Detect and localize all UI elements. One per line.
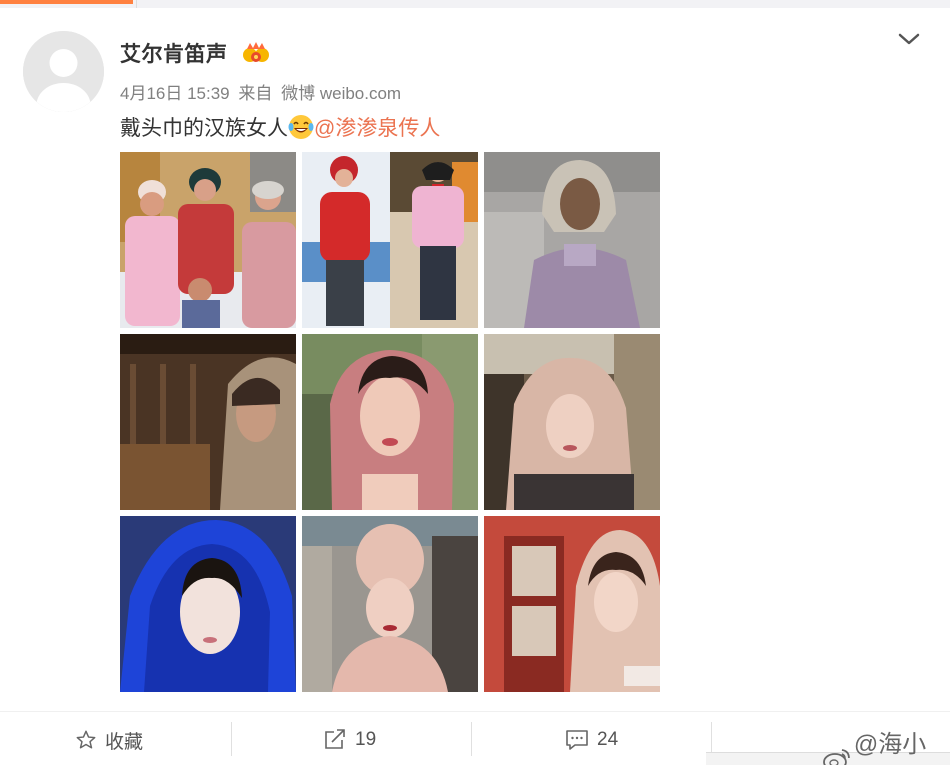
photo-image (302, 334, 478, 510)
photo-image (484, 334, 660, 510)
weibo-logo-icon (823, 749, 850, 765)
mention-link[interactable]: @渗渗泉传人 (314, 117, 440, 140)
photo-thumbnail[interactable] (484, 334, 660, 510)
photo-image (302, 516, 478, 692)
share-icon (325, 729, 345, 749)
favorite-button[interactable]: 收藏 (75, 726, 143, 754)
photo-thumbnail[interactable] (302, 152, 478, 328)
photo-thumbnail[interactable] (484, 516, 660, 692)
watermark: @海小呆 (822, 724, 950, 765)
photo-thumbnail[interactable] (120, 152, 296, 328)
repost-count: 19 (355, 729, 377, 750)
photo-thumbnail[interactable] (484, 152, 660, 328)
post-time[interactable]: 4月16日 15:39 (120, 84, 230, 103)
username[interactable]: 艾尔肯笛声 (120, 38, 228, 68)
photo-thumbnail[interactable] (302, 334, 478, 510)
tab-separator (136, 0, 137, 8)
comment-icon (566, 730, 588, 750)
active-tab-indicator (0, 0, 133, 4)
photo-image (120, 334, 296, 510)
chevron-down-icon[interactable] (897, 30, 921, 48)
post-source[interactable]: 微博 weibo.com (281, 84, 401, 103)
avatar[interactable] (23, 31, 104, 112)
repost-button[interactable]: 19 (323, 726, 376, 754)
photo-thumbnail[interactable] (302, 516, 478, 692)
action-divider (711, 722, 712, 756)
laughing-tears-emoji-icon (288, 115, 314, 139)
star-icon (76, 730, 96, 749)
photo-image (120, 516, 296, 692)
post-content: 戴头巾的汉族女人 @渗渗泉传人 (120, 112, 440, 142)
comment-button[interactable]: 24 (565, 726, 618, 754)
action-divider (231, 722, 232, 756)
watermark-text: @海小呆 (853, 731, 927, 758)
source-prefix: 来自 (238, 84, 273, 103)
vip-crown-icon[interactable] (242, 40, 270, 66)
photo-grid (120, 152, 660, 692)
photo-image (484, 516, 660, 692)
photo-thumbnail[interactable] (120, 516, 296, 692)
photo-image (120, 152, 296, 328)
comment-count: 24 (597, 729, 619, 750)
photo-image (302, 152, 478, 328)
post-meta: 4月16日 15:39 来自 微博 weibo.com (120, 79, 405, 104)
post-text: 戴头巾的汉族女人 (120, 117, 288, 140)
favorite-label: 收藏 (105, 731, 144, 753)
top-tab-bar (0, 0, 950, 8)
photo-thumbnail[interactable] (120, 334, 296, 510)
photo-image (484, 152, 660, 328)
action-divider (471, 722, 472, 756)
default-avatar-icon (23, 31, 104, 112)
action-bar-border (0, 711, 950, 712)
